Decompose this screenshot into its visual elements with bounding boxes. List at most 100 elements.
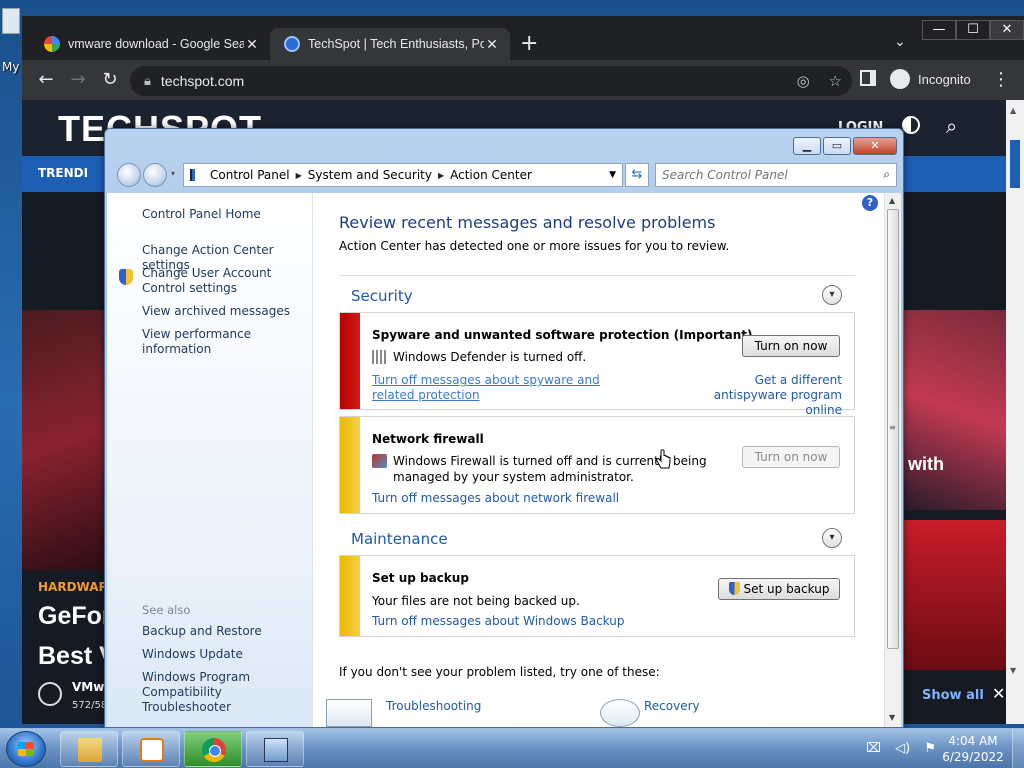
control-panel-home-link[interactable]: Control Panel Home — [142, 207, 312, 222]
card-description: Windows Firewall is turned off and is cu… — [393, 454, 707, 484]
address-dropdown-icon[interactable]: ▼ — [609, 170, 616, 180]
desktop-icon-my-computer[interactable]: My — [2, 8, 22, 74]
close-tab-icon[interactable]: ✕ — [244, 36, 260, 53]
turn-off-backup-messages-link[interactable]: Turn off messages about Windows Backup — [372, 614, 624, 629]
close-tab-icon[interactable]: ✕ — [484, 36, 500, 53]
show-all-downloads-link[interactable]: Show all — [922, 688, 984, 703]
forward-arrow-icon[interactable]: → — [66, 69, 90, 90]
view-performance-information-link[interactable]: View performance information — [142, 327, 312, 357]
page-title: Review recent messages and resolve probl… — [339, 213, 716, 232]
backup-message-card: Set up backup Your files are not being b… — [339, 555, 855, 637]
forward-orb-icon[interactable] — [143, 163, 167, 187]
promo-image[interactable]: with — [902, 310, 1006, 510]
theme-toggle-icon[interactable] — [902, 116, 920, 134]
turn-off-spyware-messages-link[interactable]: Turn off messages about spyware and rela… — [372, 373, 632, 403]
address-bar[interactable]: 🔒︎ techspot.com ◎ ☆ — [130, 66, 852, 96]
close-download-bar-icon[interactable]: ✕ — [992, 684, 1005, 703]
bookmark-star-icon[interactable]: ☆ — [829, 72, 842, 90]
close-button[interactable]: ✕ — [853, 137, 897, 155]
show-desktop-button[interactable] — [1012, 729, 1024, 768]
tab-search-chevron-icon[interactable]: ⌄ — [894, 34, 906, 50]
page-subtitle: Action Center has detected one or more i… — [339, 239, 730, 253]
action-center-scrollbar[interactable]: ▲ ≡ ▼ — [884, 193, 901, 727]
severity-stripe-warning — [340, 556, 360, 636]
security-section-title[interactable]: Security — [351, 287, 413, 305]
new-tab-button[interactable]: + — [520, 32, 538, 56]
tracking-eye-slash-icon[interactable]: ◎ — [797, 72, 810, 90]
reload-icon[interactable]: ↻ — [98, 69, 122, 90]
tab-techspot[interactable]: TechSpot | Tech Enthusiasts, Pow ✕ — [270, 28, 510, 60]
set-up-backup-button[interactable]: Set up backup — [718, 578, 840, 600]
scrollbar-thumb[interactable] — [1010, 140, 1020, 188]
page-scrollbar[interactable]: ▲ ▼ — [1006, 100, 1024, 724]
turn-on-defender-button[interactable]: Turn on now — [742, 335, 840, 357]
taskbar-media-player[interactable] — [122, 731, 180, 767]
search-box[interactable]: ⌕ — [655, 163, 897, 187]
breadcrumb-separator-icon[interactable]: ▶ — [296, 171, 302, 180]
search-icon[interactable]: ⌕ — [946, 114, 957, 138]
minimize-button[interactable]: ▁ — [793, 137, 821, 155]
help-icon[interactable]: ? — [862, 195, 878, 211]
turn-off-firewall-messages-link[interactable]: Turn off messages about network firewall — [372, 491, 619, 506]
action-center-flag-icon[interactable]: ⚑ — [924, 741, 936, 756]
change-uac-settings-link[interactable]: Change User Account Control settings — [142, 266, 312, 296]
scroll-down-arrow-icon[interactable]: ▼ — [889, 713, 895, 722]
network-icon[interactable]: ⌧ — [866, 741, 881, 756]
scroll-up-arrow-icon[interactable]: ▲ — [1010, 106, 1016, 115]
taskbar-explorer[interactable] — [60, 731, 118, 767]
back-orb-icon[interactable] — [117, 163, 141, 187]
browser-menu-icon[interactable]: ⋮ — [992, 69, 1010, 90]
window-caption-buttons: ▁ ▭ ✕ — [791, 137, 897, 155]
folder-icon — [78, 738, 102, 762]
start-button[interactable] — [6, 731, 46, 767]
search-input[interactable] — [662, 165, 872, 185]
compatibility-troubleshooter-link[interactable]: Windows Program Compatibility Troublesho… — [142, 670, 312, 715]
taskbar-control-panel[interactable] — [246, 731, 304, 767]
footer-question: If you don't see your problem listed, tr… — [339, 665, 660, 679]
incognito-profile-button[interactable]: Incognito — [890, 69, 971, 89]
volume-icon[interactable]: ◁) — [895, 741, 910, 756]
promo-image-2[interactable] — [902, 520, 1006, 670]
download-title: VMw — [72, 680, 105, 694]
scroll-down-arrow-icon[interactable]: ▼ — [1010, 666, 1016, 675]
nav-trending[interactable]: TRENDI — [38, 166, 88, 180]
recovery-link[interactable]: Recovery — [644, 699, 700, 713]
maintenance-section-title[interactable]: Maintenance — [351, 530, 448, 548]
scroll-up-arrow-icon[interactable]: ▲ — [889, 196, 895, 205]
collapse-chevron-icon[interactable]: ▾ — [822, 285, 842, 305]
breadcrumb-item[interactable]: System and Security — [308, 168, 432, 182]
maximize-button[interactable]: ▭ — [823, 137, 851, 155]
taskbar-chrome[interactable] — [184, 731, 242, 767]
get-antispyware-online-link[interactable]: Get a different antispyware program onli… — [682, 373, 842, 418]
back-arrow-icon[interactable]: ← — [34, 69, 58, 90]
minimize-button[interactable]: — — [922, 20, 956, 40]
troubleshooting-icon[interactable] — [326, 699, 372, 727]
turn-on-firewall-button[interactable]: Turn on now — [742, 446, 840, 468]
breadcrumb-separator-icon[interactable]: ▶ — [438, 171, 444, 180]
side-panel-icon[interactable] — [860, 70, 876, 86]
search-icon[interactable]: ⌕ — [883, 167, 890, 182]
breadcrumb-item[interactable]: Action Center — [450, 168, 532, 182]
close-window-button[interactable]: ✕ — [990, 20, 1024, 40]
backup-and-restore-link[interactable]: Backup and Restore — [142, 624, 312, 639]
tab-google-search[interactable]: vmware download - Google Sear ✕ — [30, 28, 270, 60]
scrollbar-grip-icon: ≡ — [889, 423, 896, 432]
maximize-button[interactable]: ☐ — [956, 20, 990, 40]
uac-shield-icon — [119, 269, 133, 285]
card-title: Network firewall — [372, 432, 484, 446]
taskbar-clock[interactable]: 4:04 AM 6/29/2022 — [938, 733, 1008, 765]
view-archived-messages-link[interactable]: View archived messages — [142, 304, 312, 319]
hero-image[interactable] — [22, 310, 112, 570]
troubleshooting-link[interactable]: Troubleshooting — [386, 699, 481, 713]
breadcrumb[interactable]: Control Panel ▶ System and Security ▶ Ac… — [183, 163, 623, 187]
window-controls: — ☐ ✕ — [922, 20, 1024, 40]
recovery-icon[interactable] — [600, 699, 640, 727]
windows-update-link[interactable]: Windows Update — [142, 647, 312, 662]
recent-pages-dropdown-icon[interactable]: ▾ — [171, 169, 175, 178]
tab-title: TechSpot | Tech Enthusiasts, Pow — [308, 37, 484, 51]
download-item[interactable]: VMw 572/58 — [38, 680, 110, 720]
headline-line-1[interactable]: GeFor — [38, 602, 112, 631]
collapse-chevron-icon[interactable]: ▾ — [822, 528, 842, 548]
breadcrumb-item[interactable]: Control Panel — [210, 168, 290, 182]
refresh-icon[interactable]: ⇆ — [625, 163, 649, 187]
